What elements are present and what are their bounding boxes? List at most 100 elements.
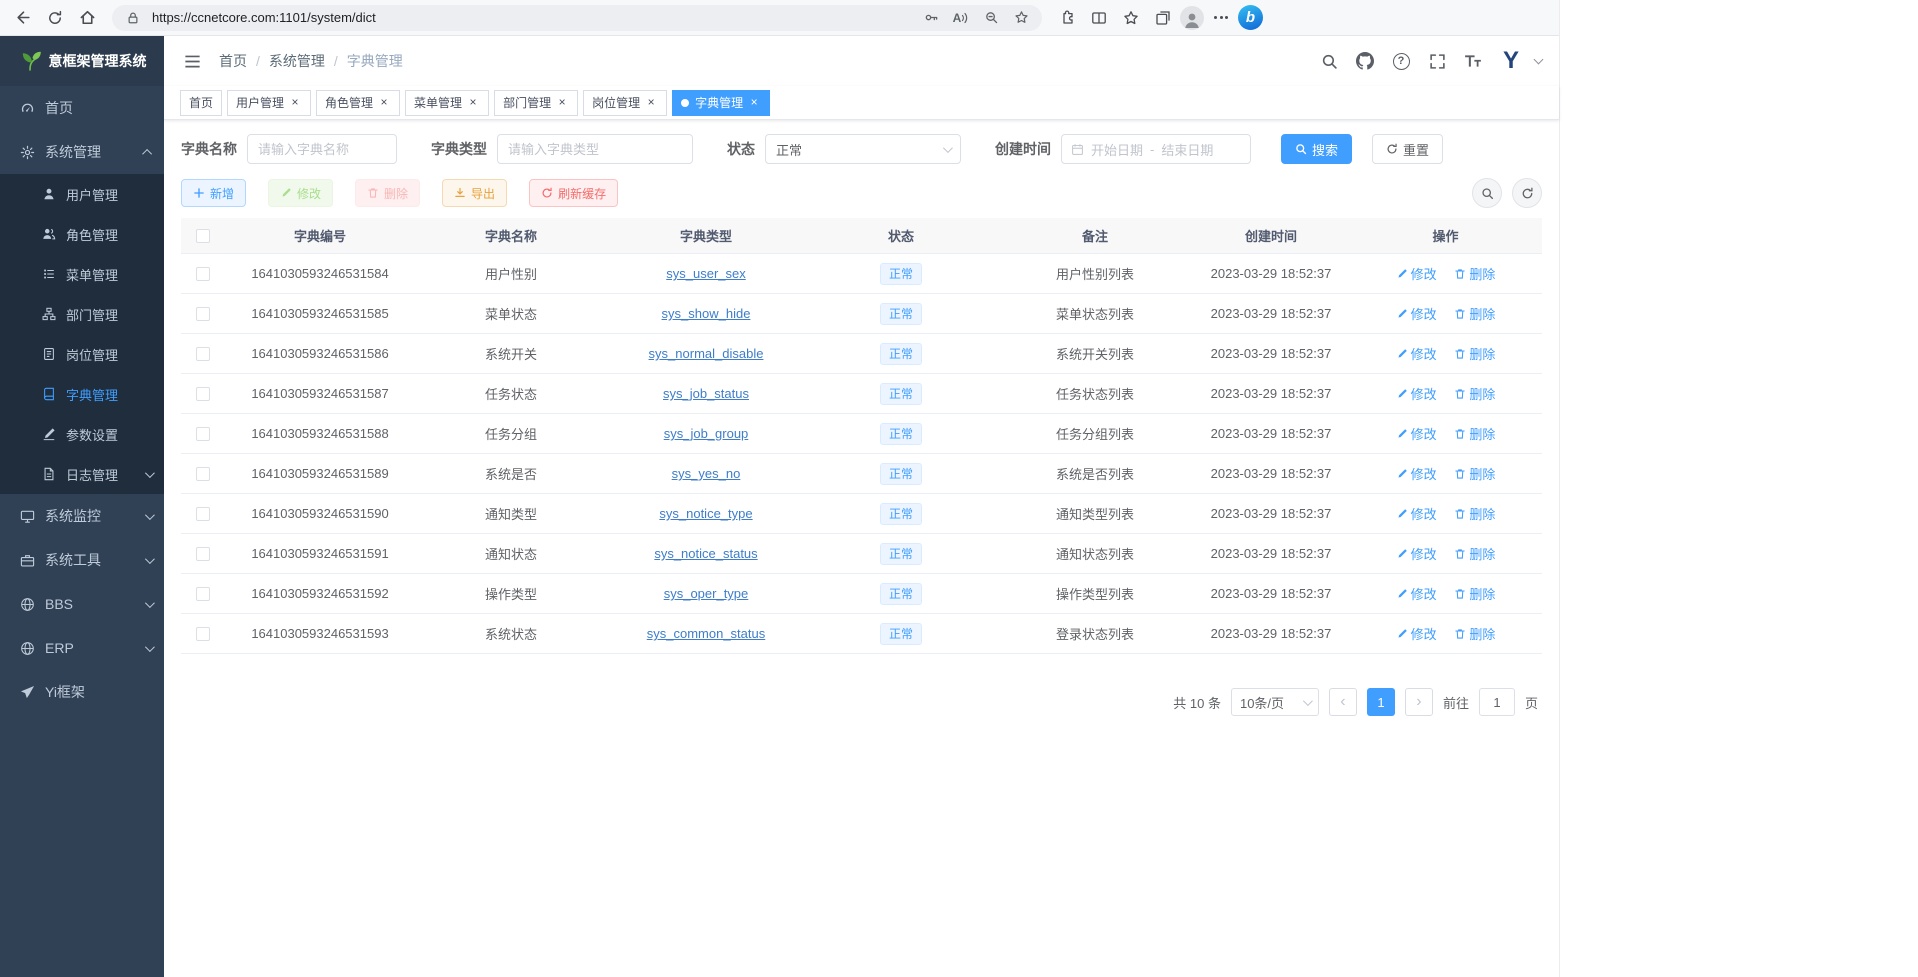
sidebar-item-home[interactable]: 首页 bbox=[0, 86, 164, 130]
sidebar-item-post-mgmt[interactable]: 岗位管理 bbox=[0, 334, 164, 374]
row-delete-button[interactable]: 删除 bbox=[1454, 384, 1495, 403]
read-aloud-icon[interactable]: A bbox=[950, 7, 972, 29]
row-delete-button[interactable]: 删除 bbox=[1454, 544, 1495, 563]
sidebar-item-role-mgmt[interactable]: 角色管理 bbox=[0, 214, 164, 254]
reset-button[interactable]: 重置 bbox=[1372, 134, 1443, 164]
password-key-icon[interactable] bbox=[920, 7, 942, 29]
row-edit-button[interactable]: 修改 bbox=[1396, 264, 1437, 283]
search-button[interactable]: 搜索 bbox=[1281, 134, 1352, 164]
browser-home-button[interactable] bbox=[72, 4, 102, 32]
row-delete-button[interactable]: 删除 bbox=[1454, 624, 1495, 643]
row-checkbox[interactable] bbox=[196, 627, 210, 641]
row-edit-button[interactable]: 修改 bbox=[1396, 304, 1437, 323]
sidebar-item-param-settings[interactable]: 参数设置 bbox=[0, 414, 164, 454]
dict-type-link[interactable]: sys_yes_no bbox=[672, 466, 741, 481]
row-checkbox[interactable] bbox=[196, 267, 210, 281]
dict-type-link[interactable]: sys_common_status bbox=[647, 626, 766, 641]
favorite-star-icon[interactable] bbox=[1010, 7, 1032, 29]
sidebar-item-tools[interactable]: 系统工具 bbox=[0, 538, 164, 582]
row-delete-button[interactable]: 删除 bbox=[1454, 504, 1495, 523]
profile-avatar[interactable] bbox=[1180, 6, 1204, 30]
delete-button-disabled[interactable]: 删除 bbox=[355, 179, 420, 207]
row-delete-button[interactable]: 删除 bbox=[1454, 584, 1495, 603]
user-avatar-logo[interactable]: Y bbox=[1495, 45, 1527, 77]
github-link-button[interactable] bbox=[1351, 47, 1379, 75]
tab[interactable]: 角色管理 × bbox=[316, 90, 400, 116]
sidebar-item-bbs[interactable]: BBS bbox=[0, 582, 164, 626]
row-delete-button[interactable]: 删除 bbox=[1454, 344, 1495, 363]
breadcrumb-system[interactable]: 系统管理 bbox=[269, 51, 325, 71]
select-all-checkbox[interactable] bbox=[196, 229, 210, 243]
row-delete-button[interactable]: 删除 bbox=[1454, 424, 1495, 443]
sidebar-item-log-mgmt[interactable]: 日志管理 bbox=[0, 454, 164, 494]
tab[interactable]: 部门管理 × bbox=[494, 90, 578, 116]
row-checkbox[interactable] bbox=[196, 587, 210, 601]
sidebar-item-dict-mgmt[interactable]: 字典管理 bbox=[0, 374, 164, 414]
app-logo[interactable]: 意框架管理系统 bbox=[0, 36, 164, 86]
dict-type-link[interactable]: sys_normal_disable bbox=[649, 346, 764, 361]
tab[interactable]: 用户管理 × bbox=[227, 90, 311, 116]
dict-type-input[interactable] bbox=[497, 134, 693, 164]
row-delete-button[interactable]: 删除 bbox=[1454, 464, 1495, 483]
row-delete-button[interactable]: 删除 bbox=[1454, 304, 1495, 323]
page-size-select[interactable]: 10条/页 bbox=[1231, 688, 1319, 716]
row-edit-button[interactable]: 修改 bbox=[1396, 504, 1437, 523]
row-edit-button[interactable]: 修改 bbox=[1396, 584, 1437, 603]
browser-menu-button[interactable] bbox=[1206, 4, 1236, 32]
tab[interactable]: 岗位管理 × bbox=[583, 90, 667, 116]
tab-close-icon[interactable]: × bbox=[747, 96, 761, 110]
toggle-search-button[interactable] bbox=[1472, 178, 1502, 208]
refresh-table-button[interactable] bbox=[1512, 178, 1542, 208]
browser-back-button[interactable] bbox=[8, 4, 38, 32]
font-size-button[interactable] bbox=[1459, 47, 1487, 75]
tab-close-icon[interactable]: × bbox=[555, 96, 569, 110]
zoom-icon[interactable] bbox=[980, 7, 1002, 29]
export-button[interactable]: 导出 bbox=[442, 179, 507, 207]
row-edit-button[interactable]: 修改 bbox=[1396, 624, 1437, 643]
lock-icon[interactable] bbox=[122, 7, 144, 29]
row-edit-button[interactable]: 修改 bbox=[1396, 424, 1437, 443]
tab[interactable]: 首页 bbox=[180, 90, 222, 116]
dict-type-link[interactable]: sys_user_sex bbox=[666, 266, 745, 281]
tab[interactable]: 字典管理 × bbox=[672, 90, 770, 116]
header-search-button[interactable] bbox=[1315, 47, 1343, 75]
prev-page-button[interactable]: ‹ bbox=[1329, 688, 1357, 716]
edit-button-disabled[interactable]: 修改 bbox=[268, 179, 333, 207]
dict-type-link[interactable]: sys_oper_type bbox=[664, 586, 749, 601]
row-checkbox[interactable] bbox=[196, 547, 210, 561]
sidebar-item-menu-mgmt[interactable]: 菜单管理 bbox=[0, 254, 164, 294]
collections-button[interactable] bbox=[1148, 4, 1178, 32]
goto-page-input[interactable] bbox=[1479, 688, 1515, 716]
status-select[interactable]: 正常 bbox=[765, 134, 961, 164]
current-page-button[interactable]: 1 bbox=[1367, 688, 1395, 716]
sidebar-item-dept-mgmt[interactable]: 部门管理 bbox=[0, 294, 164, 334]
tab-close-icon[interactable]: × bbox=[644, 96, 658, 110]
date-range-picker[interactable]: 开始日期 - 结束日期 bbox=[1061, 134, 1251, 164]
tab-close-icon[interactable]: × bbox=[377, 96, 391, 110]
tab[interactable]: 菜单管理 × bbox=[405, 90, 489, 116]
add-button[interactable]: 新增 bbox=[181, 179, 246, 207]
sidebar-toggle-button[interactable] bbox=[179, 48, 205, 74]
row-checkbox[interactable] bbox=[196, 427, 210, 441]
address-bar[interactable]: https://ccnetcore.com:1101/system/dict A bbox=[112, 5, 1042, 31]
row-checkbox[interactable] bbox=[196, 467, 210, 481]
sidebar-item-erp[interactable]: ERP bbox=[0, 626, 164, 670]
sidebar-item-user-mgmt[interactable]: 用户管理 bbox=[0, 174, 164, 214]
row-edit-button[interactable]: 修改 bbox=[1396, 344, 1437, 363]
sidebar-item-yi-framework[interactable]: Yi框架 bbox=[0, 670, 164, 714]
row-checkbox[interactable] bbox=[196, 507, 210, 521]
tab-close-icon[interactable]: × bbox=[466, 96, 480, 110]
extensions-button[interactable] bbox=[1052, 4, 1082, 32]
tab-close-icon[interactable]: × bbox=[288, 96, 302, 110]
row-edit-button[interactable]: 修改 bbox=[1396, 544, 1437, 563]
next-page-button[interactable]: › bbox=[1405, 688, 1433, 716]
dict-name-input[interactable] bbox=[247, 134, 397, 164]
sidebar-item-monitor[interactable]: 系统监控 bbox=[0, 494, 164, 538]
dict-type-link[interactable]: sys_notice_status bbox=[654, 546, 757, 561]
row-delete-button[interactable]: 删除 bbox=[1454, 264, 1495, 283]
breadcrumb-home[interactable]: 首页 bbox=[219, 51, 247, 71]
dict-type-link[interactable]: sys_job_group bbox=[664, 426, 749, 441]
favorites-button[interactable] bbox=[1116, 4, 1146, 32]
browser-refresh-button[interactable] bbox=[40, 4, 70, 32]
bing-sidebar-button[interactable]: b bbox=[1238, 5, 1263, 30]
